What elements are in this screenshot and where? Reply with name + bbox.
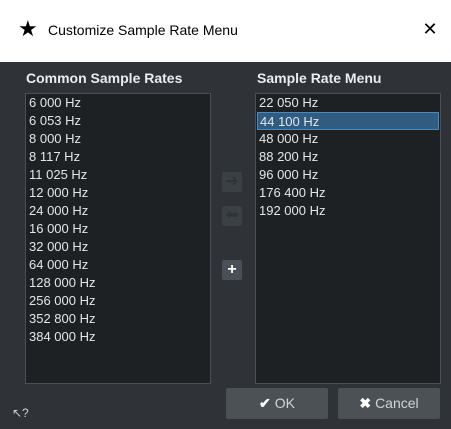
ok-label: OK <box>274 395 295 411</box>
close-button[interactable]: ✕ <box>415 14 445 44</box>
sample-rate-menu-list[interactable]: 22 050 Hz 44 100 Hz 48 000 Hz 88 200 Hz 96 0… <box>255 93 441 384</box>
list-item[interactable]: 32 000 Hz <box>26 238 210 256</box>
add-button[interactable]: + <box>222 260 242 280</box>
list-item[interactable]: 11 025 Hz <box>26 166 210 184</box>
customize-sample-rate-dialog: ★ Customize Sample Rate Menu ✕ Common Sa… <box>0 0 451 429</box>
list-item[interactable]: 96 000 Hz <box>256 166 440 184</box>
cancel-x-icon: ✖ <box>359 395 372 411</box>
move-right-arrow-icon[interactable]: ➜ <box>222 172 242 192</box>
check-icon: ✔ <box>259 395 271 411</box>
list-item[interactable]: 48 000 Hz <box>256 130 440 148</box>
list-item[interactable]: 44 100 Hz <box>257 112 439 130</box>
move-left-arrow-icon[interactable]: ⬅ <box>222 206 242 226</box>
cancel-button[interactable]: ✖ Cancel <box>338 388 440 419</box>
list-item[interactable]: 352 800 Hz <box>26 310 210 328</box>
window-title: Customize Sample Rate Menu <box>48 22 238 38</box>
list-item[interactable]: 8 000 Hz <box>26 130 210 148</box>
common-sample-rates-heading: Common Sample Rates <box>26 70 183 86</box>
list-item[interactable]: 128 000 Hz <box>26 274 210 292</box>
cancel-label: Cancel <box>375 395 419 411</box>
list-item[interactable]: 8 117 Hz <box>26 148 210 166</box>
list-item[interactable]: 88 200 Hz <box>256 148 440 166</box>
ok-button[interactable]: ✔ OK <box>226 388 328 419</box>
list-item[interactable]: 384 000 Hz <box>26 328 210 346</box>
list-item[interactable]: 6 000 Hz <box>26 94 210 112</box>
list-item[interactable]: 12 000 Hz <box>26 184 210 202</box>
list-item[interactable]: 192 000 Hz <box>256 202 440 220</box>
common-sample-rates-list[interactable]: 6 000 Hz 6 053 Hz 8 000 Hz 8 117 Hz 11 025 H… <box>25 93 211 384</box>
help-cursor-icon[interactable]: ↖? <box>12 406 29 420</box>
sample-rate-menu-heading: Sample Rate Menu <box>257 70 382 86</box>
star-icon: ★ <box>18 16 38 41</box>
list-item[interactable]: 256 000 Hz <box>26 292 210 310</box>
list-item[interactable]: 24 000 Hz <box>26 202 210 220</box>
list-item[interactable]: 6 053 Hz <box>26 112 210 130</box>
dialog-body: Common Sample Rates Sample Rate Menu 6 0… <box>0 62 451 429</box>
list-item[interactable]: 176 400 Hz <box>256 184 440 202</box>
list-item[interactable]: 16 000 Hz <box>26 220 210 238</box>
title-bar: ★ Customize Sample Rate Menu ✕ <box>0 0 451 62</box>
list-item[interactable]: 22 050 Hz <box>256 94 440 112</box>
list-item[interactable]: 64 000 Hz <box>26 256 210 274</box>
